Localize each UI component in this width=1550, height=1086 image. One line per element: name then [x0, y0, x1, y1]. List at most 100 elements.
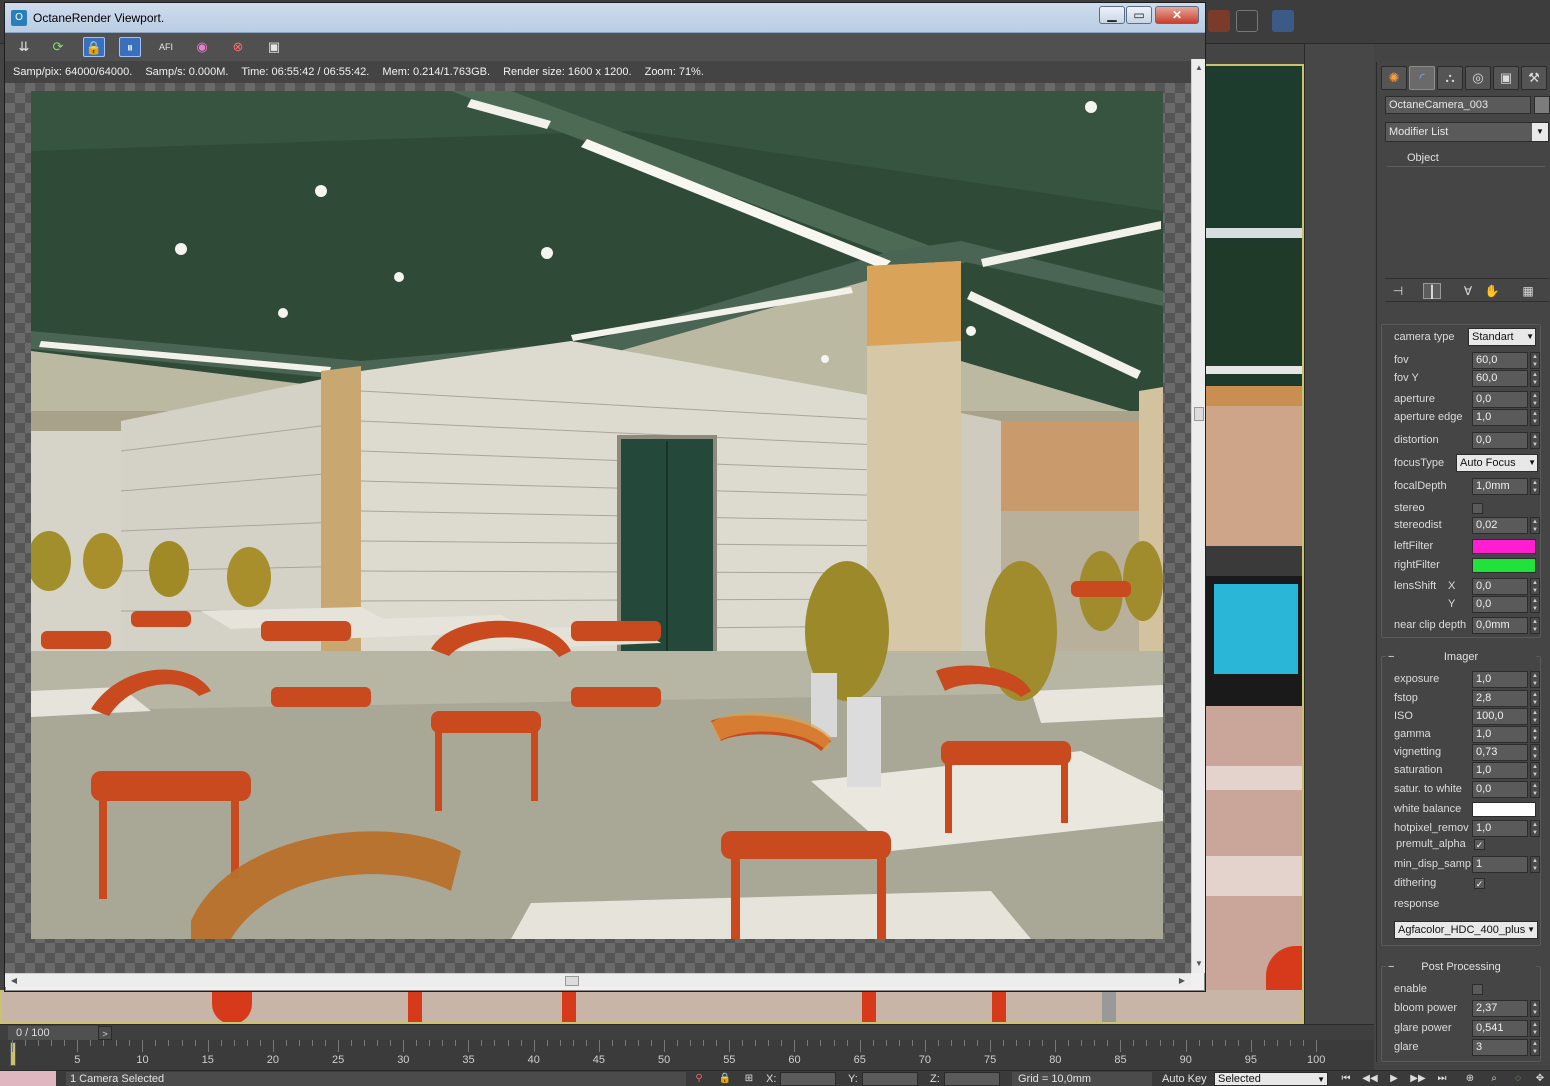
- spinner-arrows-icon[interactable]: ▲ ▼: [1530, 596, 1540, 613]
- iso-spinner[interactable]: 100,0: [1472, 708, 1528, 725]
- spinner-arrows-icon[interactable]: ▲ ▼: [1530, 820, 1540, 837]
- object-color-swatch[interactable]: [1534, 96, 1550, 114]
- remove-modifier-icon[interactable]: ✋: [1483, 283, 1501, 299]
- hierarchy-tab-icon[interactable]: ⛬: [1437, 66, 1463, 90]
- object-name-field[interactable]: OctaneCamera_003: [1385, 96, 1531, 114]
- close-button[interactable]: ✕: [1155, 6, 1199, 24]
- display-tab-icon[interactable]: ▣: [1493, 66, 1519, 90]
- stereodist-spinner[interactable]: 0,02: [1472, 517, 1528, 534]
- spinner-arrows-icon[interactable]: ▲ ▼: [1530, 391, 1540, 408]
- utilities-tab-icon[interactable]: ⚒: [1521, 66, 1547, 90]
- spinner-arrows-icon[interactable]: ▲ ▼: [1530, 517, 1540, 534]
- white-balance-color[interactable]: [1472, 802, 1536, 817]
- color-picker-icon[interactable]: ◉: [191, 37, 213, 57]
- bloom-power-spinner[interactable]: 2,37: [1472, 1000, 1528, 1017]
- aperture-edge-spinner[interactable]: 1,0: [1472, 409, 1528, 426]
- scroll-right-icon[interactable]: ▶: [1175, 974, 1189, 988]
- spinner-arrows-icon[interactable]: ▲ ▼: [1530, 432, 1540, 449]
- horizontal-scroll-thumb[interactable]: [565, 976, 579, 986]
- focus-icon[interactable]: ⊗: [227, 37, 249, 57]
- pan-icon[interactable]: ✥: [1530, 1072, 1550, 1086]
- z-coordinate-field[interactable]: [944, 1072, 1000, 1086]
- spinner-arrows-icon[interactable]: ▲ ▼: [1530, 370, 1540, 387]
- create-tab-icon[interactable]: ✺: [1381, 66, 1407, 90]
- spinner-arrows-icon[interactable]: ▲ ▼: [1530, 1000, 1540, 1017]
- play-icon[interactable]: ▶: [1384, 1072, 1404, 1086]
- modify-tab-icon[interactable]: ◜: [1409, 66, 1435, 90]
- scroll-down-icon[interactable]: ▼: [1192, 957, 1206, 971]
- time-slider[interactable]: 0 / 100 >: [0, 1024, 1374, 1040]
- orbit-icon[interactable]: ◌: [1508, 1072, 1528, 1086]
- make-unique-icon[interactable]: ∀: [1459, 283, 1477, 299]
- afi-icon[interactable]: AFI: [155, 37, 177, 57]
- ruler-icon[interactable]: [1236, 10, 1258, 32]
- exposure-spinner[interactable]: 1,0: [1472, 671, 1528, 688]
- perspective-viewport[interactable]: [1204, 64, 1304, 1024]
- vertical-scrollbar[interactable]: ▲ ▼: [1191, 59, 1205, 973]
- key-filter-dropdown[interactable]: Selected ▼: [1214, 1072, 1328, 1086]
- scroll-left-icon[interactable]: ◀: [7, 974, 21, 988]
- glare-spinner[interactable]: 3: [1472, 1039, 1528, 1056]
- premult-alpha-checkbox[interactable]: ✓: [1474, 839, 1485, 850]
- spinner-arrows-icon[interactable]: ▲ ▼: [1530, 352, 1540, 369]
- near-clip-spinner[interactable]: 0,0mm: [1472, 617, 1528, 634]
- vignetting-spinner[interactable]: 0,73: [1472, 744, 1528, 761]
- spinner-arrows-icon[interactable]: ▲ ▼: [1530, 1039, 1540, 1056]
- y-coordinate-field[interactable]: [862, 1072, 918, 1086]
- front-viewport-strip[interactable]: [0, 990, 1304, 1024]
- spinner-arrows-icon[interactable]: ▲ ▼: [1530, 671, 1540, 688]
- refresh-icon[interactable]: ⟳: [47, 37, 69, 57]
- dithering-checkbox[interactable]: ✓: [1474, 878, 1485, 889]
- enable-checkbox[interactable]: [1472, 984, 1483, 995]
- right-filter-color[interactable]: [1472, 558, 1536, 573]
- zoom-icon[interactable]: ⌕: [1484, 1072, 1504, 1086]
- spinner-arrows-icon[interactable]: ▲ ▼: [1530, 478, 1540, 495]
- render-canvas[interactable]: [5, 83, 1191, 973]
- maximize-button[interactable]: ▭: [1126, 6, 1152, 24]
- x-coordinate-field[interactable]: [780, 1072, 836, 1086]
- selection-lock-icon[interactable]: ⚲: [692, 1072, 706, 1086]
- frame-counter[interactable]: 0 / 100: [8, 1026, 98, 1040]
- modifier-list-dropdown[interactable]: Modifier List ▼: [1385, 122, 1549, 142]
- particle-icon[interactable]: [1272, 10, 1294, 32]
- min-disp-spinner[interactable]: 1: [1472, 856, 1528, 873]
- spinner-arrows-icon[interactable]: ▲ ▼: [1530, 578, 1540, 595]
- motion-tab-icon[interactable]: ◎: [1465, 66, 1491, 90]
- stereo-checkbox[interactable]: [1472, 503, 1483, 514]
- maxscript-listener[interactable]: [0, 1071, 56, 1086]
- imager-header[interactable]: − Imager: [1386, 650, 1536, 664]
- spinner-arrows-icon[interactable]: ▲ ▼: [1530, 744, 1540, 761]
- vertical-scroll-thumb[interactable]: [1194, 407, 1204, 421]
- spinner-arrows-icon[interactable]: ▲ ▼: [1530, 856, 1540, 873]
- horizontal-scrollbar[interactable]: ◀ ▶: [5, 973, 1191, 987]
- title-bar[interactable]: O OctaneRender Viewport. ▁ ▭ ✕: [5, 3, 1205, 33]
- focal-depth-spinner[interactable]: 1,0mm: [1472, 478, 1528, 495]
- send-icon[interactable]: ⇊: [13, 37, 35, 57]
- pin-stack-icon[interactable]: ⊣: [1389, 283, 1407, 299]
- spinner-arrows-icon[interactable]: ▲ ▼: [1530, 762, 1540, 779]
- spinner-arrows-icon[interactable]: ▲ ▼: [1530, 726, 1540, 743]
- display-icon[interactable]: ▣: [263, 37, 285, 57]
- pause-icon[interactable]: ⏸: [119, 37, 141, 57]
- time-marker[interactable]: [10, 1042, 16, 1066]
- scroll-up-icon[interactable]: ▲: [1192, 61, 1206, 75]
- fov-y-spinner[interactable]: 60,0: [1472, 370, 1528, 387]
- aperture-spinner[interactable]: 0,0: [1472, 391, 1528, 408]
- lens-shift-x-spinner[interactable]: 0,0: [1472, 578, 1528, 595]
- auto-key-button[interactable]: Auto Key: [1162, 1072, 1207, 1086]
- previous-frame-icon[interactable]: ◀◀: [1360, 1072, 1380, 1086]
- response-dropdown[interactable]: Agfacolor_HDC_400_plus ▼: [1394, 921, 1538, 939]
- show-end-result-icon[interactable]: ┃: [1423, 283, 1441, 299]
- spinner-arrows-icon[interactable]: ▲ ▼: [1530, 409, 1540, 426]
- gamma-spinner[interactable]: 1,0: [1472, 726, 1528, 743]
- next-frame-icon[interactable]: >: [98, 1026, 112, 1040]
- glare-power-spinner[interactable]: 0,541: [1472, 1020, 1528, 1037]
- go-to-end-icon[interactable]: ⏭: [1432, 1072, 1452, 1086]
- spinner-arrows-icon[interactable]: ▲ ▼: [1530, 690, 1540, 707]
- snap-icon[interactable]: [1208, 10, 1230, 32]
- fov-spinner[interactable]: 60,0: [1472, 352, 1528, 369]
- configure-sets-icon[interactable]: ▦: [1519, 283, 1537, 299]
- left-filter-color[interactable]: [1472, 539, 1536, 554]
- lens-shift-y-spinner[interactable]: 0,0: [1472, 596, 1528, 613]
- post-processing-header[interactable]: − Post Processing: [1386, 960, 1536, 974]
